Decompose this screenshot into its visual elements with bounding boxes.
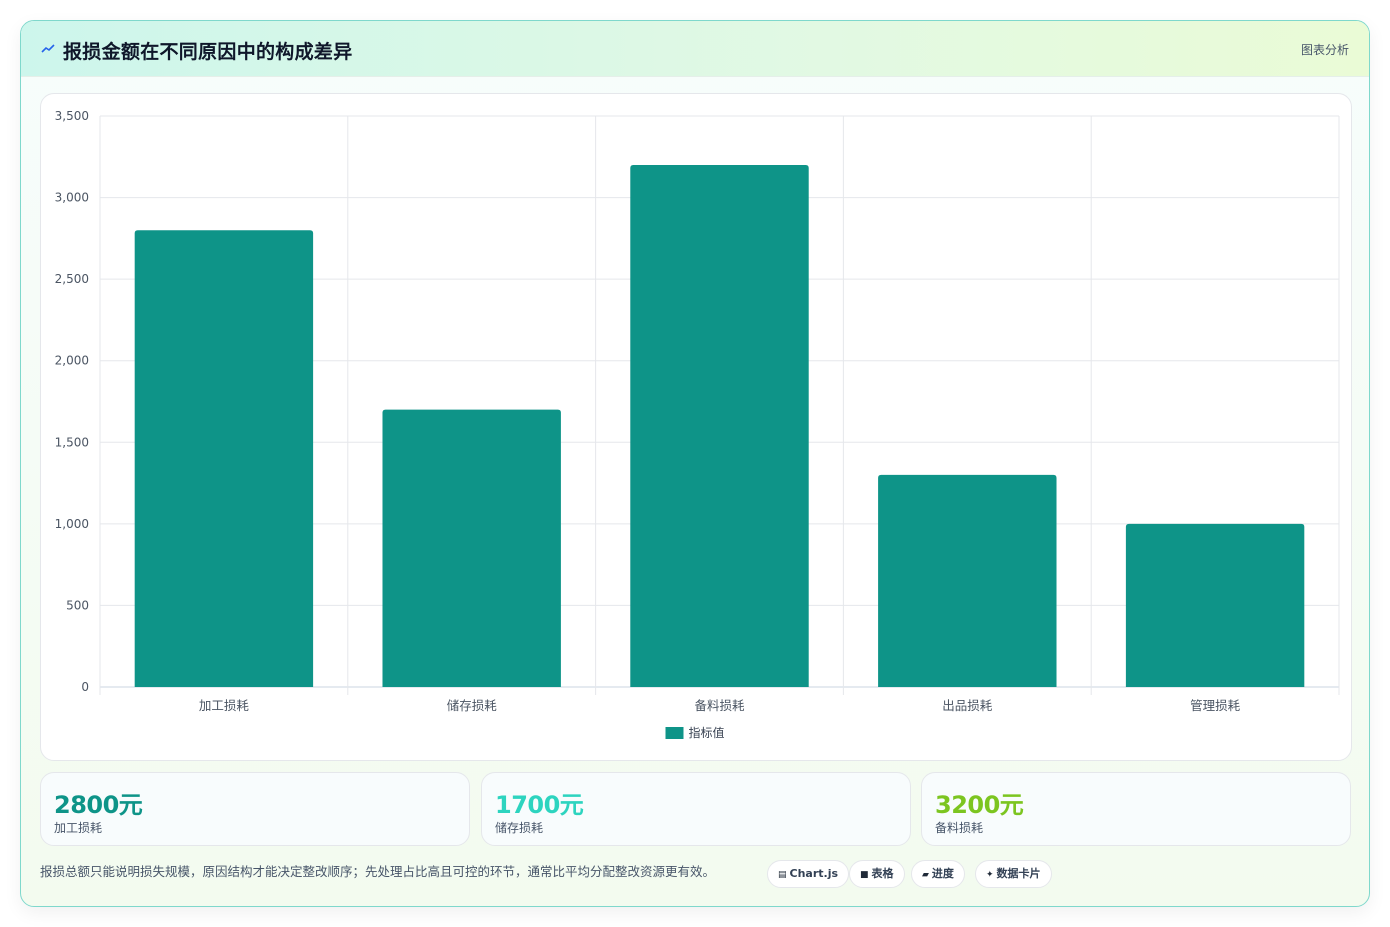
chart-icon: ▤ [778,870,787,880]
x-tick-label: 备料损耗 [694,698,745,713]
legend-swatch [665,727,684,739]
chip-label: 进度 [931,867,954,880]
x-tick-label: 出品损耗 [942,698,993,713]
chip-data-card[interactable]: ✦ 数据卡片 [975,860,1052,888]
chart-card: 报损金额在不同原因中的构成差异 图表分析 0 500 1,000 1,500 2,000… [20,20,1370,907]
chip-progress[interactable]: ▰ 进度 [911,860,965,888]
kpi-label: 备料损耗 [935,821,984,835]
kpi-value: 3200元 [935,791,1024,819]
x-tick-label: 储存损耗 [447,698,498,713]
y-tick-label: 2,500 [55,272,89,286]
x-tick-label: 加工损耗 [199,698,250,713]
card-header: 报损金额在不同原因中的构成差异 图表分析 [21,21,1369,77]
y-tick-label: 1,500 [55,435,89,449]
chart-title: 报损金额在不同原因中的构成差异 [63,41,353,63]
y-tick-label: 3,500 [55,109,89,123]
bar [1125,523,1305,687]
kpi-value: 2800元 [54,791,143,819]
chip-table[interactable]: ■ 表格 [849,860,905,888]
bar [878,474,1057,687]
y-tick-label: 500 [66,598,89,612]
insight-note: 报损总额只能说明损失规模，原因结构才能决定整改顺序；先处理占比高且可控的环节，通… [40,864,716,879]
bar [382,409,561,687]
chart-analysis-tag[interactable]: 图表分析 [1301,41,1349,58]
chip-label: Chart.js [789,867,839,880]
y-tick-label: 1,000 [55,517,89,531]
kpi-label: 加工损耗 [54,821,103,835]
legend-label: 指标值 [689,725,725,740]
bar [630,164,809,687]
kpi-value: 1700元 [495,791,584,819]
y-tick-label: 2,000 [55,354,89,368]
y-tick-label: 3,000 [55,191,89,205]
trend-line-icon [41,44,55,53]
chip-label: 数据卡片 [996,867,1041,880]
chip-label: 表格 [871,867,894,880]
kpi-card: 1700元 储存损耗 [481,772,911,846]
chart-panel: 0 500 1,000 1,500 2,000 2,500 3,000 3,500 加工损耗 储存… [40,93,1352,761]
bar [134,230,314,687]
kpi-row: 2800元 加工损耗 1700元 储存损耗 3200元 备料损耗 [40,772,1352,846]
kpi-card: 2800元 加工损耗 [40,772,470,846]
progress-icon: ▰ [922,870,929,880]
kpi-card: 3200元 备料损耗 [921,772,1351,846]
table-icon: ■ [860,870,869,880]
bar-chart: 0 500 1,000 1,500 2,000 2,500 3,000 3,500 加工损耗 储存… [55,109,1340,740]
chip-chartjs[interactable]: ▤ Chart.js [767,860,850,888]
y-tick-label: 0 [81,680,89,694]
x-tick-label: 管理损耗 [1190,698,1241,713]
kpi-label: 储存损耗 [495,821,544,835]
sparkle-icon: ✦ [986,870,994,880]
